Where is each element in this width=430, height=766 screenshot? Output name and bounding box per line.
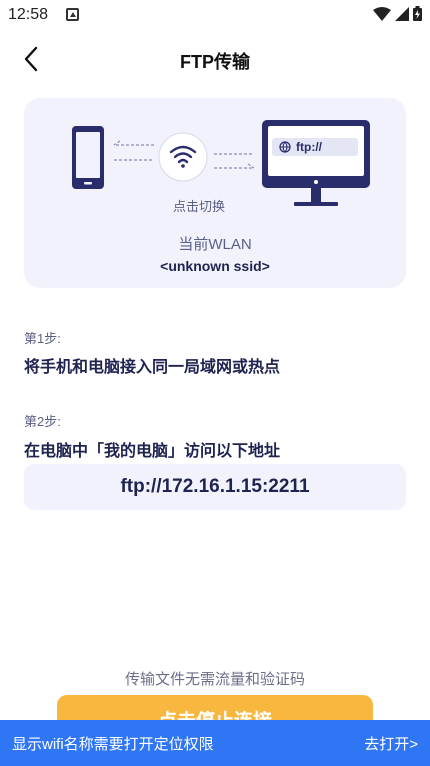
transfer-arrows-right bbox=[214, 153, 255, 169]
permission-banner[interactable]: 显示wifi名称需要打开定位权限 去打开> bbox=[0, 720, 430, 766]
status-bar: 12:58 bbox=[0, 0, 430, 30]
wlan-label: 当前WLAN bbox=[178, 236, 252, 253]
ftp-address: ftp://172.16.1.15:2211 bbox=[120, 476, 310, 497]
ssid-label: <unknown ssid> bbox=[160, 258, 270, 274]
ftp-address-box[interactable]: ftp://172.16.1.15:2211 bbox=[24, 464, 406, 510]
switch-label[interactable]: 点击切换 bbox=[139, 196, 259, 215]
page-title: FTP传输 bbox=[180, 52, 250, 72]
permission-message: 显示wifi名称需要打开定位权限 bbox=[12, 735, 214, 753]
transfer-arrows-left bbox=[113, 140, 154, 161]
free-transfer-note: 传输文件无需流量和验证码 bbox=[124, 671, 305, 688]
notification-icon bbox=[66, 8, 79, 21]
step-2-text: 在电脑中「我的电脑」访问以下地址 bbox=[24, 443, 281, 460]
step-1-caption: 第1步: bbox=[24, 331, 61, 346]
wifi-switch-icon[interactable] bbox=[158, 132, 208, 182]
wifi-icon bbox=[373, 6, 391, 21]
phone-icon bbox=[72, 126, 104, 189]
step-1-text: 将手机和电脑接入同一局域网或热点 bbox=[24, 359, 281, 376]
connection-card: ftp:// 点击切换 当前WLAN <unknown ssid> bbox=[24, 98, 406, 288]
cell-signal-icon bbox=[395, 6, 409, 21]
battery-charging-icon bbox=[413, 6, 422, 21]
nav-bar: FTP传输 bbox=[0, 36, 430, 80]
permission-action-link[interactable]: 去打开> bbox=[364, 733, 418, 754]
step-2-caption: 第2步: bbox=[24, 414, 61, 429]
status-time: 12:58 bbox=[8, 6, 49, 23]
monitor-url-label: ftp:// bbox=[296, 140, 322, 154]
status-icons bbox=[373, 6, 422, 21]
monitor-icon bbox=[262, 120, 370, 206]
